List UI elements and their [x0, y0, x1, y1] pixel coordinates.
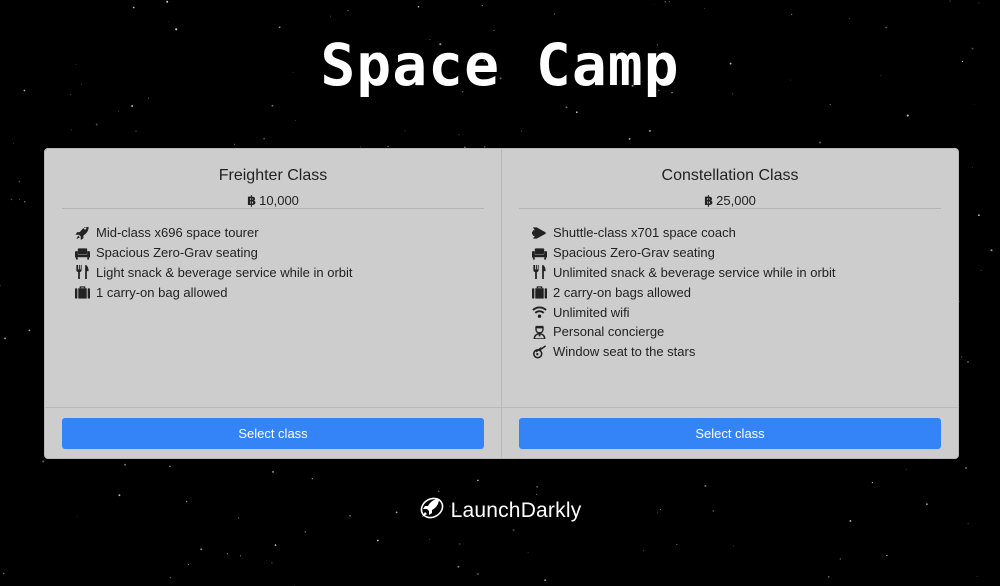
currency-symbol: ฿ — [704, 193, 714, 208]
card-title: Constellation Class — [661, 167, 799, 184]
footer-brand: LaunchDarkly — [0, 496, 1000, 525]
feature-item: Spacious Zero-Grav seating — [75, 243, 501, 263]
card-constellation-class: Constellation Class ฿ 25,000 Shuttle-clas… — [501, 149, 958, 458]
feature-text: Mid-class x696 space tourer — [96, 225, 259, 241]
select-class-button[interactable]: Select class — [519, 418, 941, 449]
suitcase-icon — [75, 285, 90, 299]
feature-item: Unlimited snack & beverage service while… — [532, 263, 958, 283]
feature-list: Mid-class x696 space tourer Spacious Zer… — [45, 209, 501, 407]
feature-text: Spacious Zero-Grav seating — [553, 245, 715, 261]
feature-text: Light snack & beverage service while in … — [96, 264, 353, 280]
price-value: 25,000 — [716, 193, 756, 208]
feature-text: 1 carry-on bag allowed — [96, 284, 228, 300]
couch-icon — [532, 246, 547, 260]
select-class-button[interactable]: Select class — [62, 418, 484, 449]
feature-item: Unlimited wifi — [532, 302, 958, 322]
utensils-icon — [75, 265, 90, 280]
feature-text: Unlimited snack & beverage service while… — [553, 264, 836, 280]
feature-list: Shuttle-class x701 space coach Spacious … — [502, 209, 958, 407]
feature-item: Window seat to the stars — [532, 342, 958, 362]
feature-text: Spacious Zero-Grav seating — [96, 245, 258, 261]
concierge-icon — [532, 325, 547, 339]
feature-text: Unlimited wifi — [553, 304, 630, 320]
wifi-icon — [532, 305, 547, 319]
feature-item: 2 carry-on bags allowed — [532, 282, 958, 302]
card-header: Freighter Class ฿ 10,000 — [62, 149, 484, 209]
feature-text: 2 carry-on bags allowed — [553, 284, 692, 300]
feature-item: Light snack & beverage service while in … — [75, 263, 501, 283]
card-footer: Select class — [45, 407, 501, 458]
meteor-icon — [532, 344, 547, 359]
page-title: Space Camp — [320, 31, 680, 99]
card-price: ฿ 25,000 — [519, 192, 941, 210]
card-footer: Select class — [502, 407, 958, 458]
card-price: ฿ 10,000 — [62, 192, 484, 210]
feature-text: Personal concierge — [553, 324, 665, 340]
rocket-icon — [75, 226, 90, 240]
currency-symbol: ฿ — [247, 193, 257, 208]
utensils-icon — [532, 265, 547, 280]
pricing-cards: Freighter Class ฿ 10,000 Mid-class x696 s… — [44, 148, 959, 459]
card-header: Constellation Class ฿ 25,000 — [519, 149, 941, 209]
feature-item: Shuttle-class x701 space coach — [532, 223, 958, 243]
card-freighter-class: Freighter Class ฿ 10,000 Mid-class x696 s… — [45, 149, 501, 458]
feature-text: Window seat to the stars — [553, 344, 696, 360]
price-value: 10,000 — [259, 193, 299, 208]
couch-icon — [75, 246, 90, 260]
feature-item: Personal concierge — [532, 322, 958, 342]
feature-item: Mid-class x696 space tourer — [75, 223, 501, 243]
space-shuttle-icon — [532, 226, 547, 240]
suitcase-icon — [532, 285, 547, 299]
feature-item: 1 carry-on bag allowed — [75, 282, 501, 302]
card-title: Freighter Class — [218, 167, 328, 184]
feature-text: Shuttle-class x701 space coach — [553, 225, 736, 241]
launchdarkly-logo-icon — [419, 496, 445, 525]
brand-name: LaunchDarkly — [450, 498, 582, 522]
feature-item: Spacious Zero-Grav seating — [532, 243, 958, 263]
